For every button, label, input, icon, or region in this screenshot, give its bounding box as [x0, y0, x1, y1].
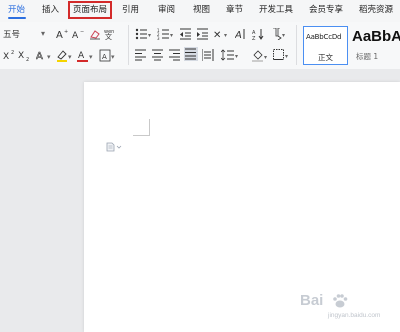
shrink-font-icon[interactable]: A − [72, 28, 86, 40]
align-left-icon[interactable] [135, 49, 147, 61]
tab-review[interactable]: 审阅 [158, 5, 175, 15]
svg-text:X: X [3, 52, 9, 61]
svg-text:2: 2 [11, 50, 14, 56]
align-right-icon[interactable] [169, 49, 181, 61]
subscript-icon[interactable]: X2 [18, 49, 32, 61]
svg-text:▾: ▾ [68, 53, 72, 61]
svg-text:A: A [102, 53, 107, 61]
svg-text:A: A [72, 31, 79, 40]
numbered-list-icon[interactable]: 1 2 3 ▾ [157, 28, 175, 40]
tab-section[interactable]: 章节 [226, 5, 243, 15]
svg-text:▾: ▾ [111, 53, 115, 61]
increase-indent-icon[interactable] [196, 28, 209, 40]
svg-text:A: A [235, 30, 242, 40]
svg-text:3: 3 [157, 36, 160, 40]
tab-references[interactable]: 引用 [122, 5, 139, 15]
svg-text:▾: ▾ [235, 53, 238, 60]
page-layout-highlight-box [68, 1, 112, 19]
show-hide-marks-icon[interactable]: ▾ [270, 28, 288, 40]
svg-text:▾: ▾ [285, 53, 288, 60]
ribbon-separator [296, 25, 297, 65]
paragraph-layout-icon[interactable] [106, 137, 126, 156]
line-spacing-icon[interactable]: ▾ [221, 49, 241, 61]
svg-text:+: + [64, 29, 68, 35]
svg-text:▾: ▾ [224, 32, 227, 39]
svg-text:▾: ▾ [89, 53, 93, 61]
tab-docer-resources[interactable]: 稻壳资源 [359, 5, 393, 15]
sort-icon[interactable]: AZ [252, 28, 265, 40]
tab-home[interactable]: 开始 [8, 5, 25, 15]
text-direction-icon[interactable]: A [235, 28, 247, 40]
svg-text:Z: Z [252, 36, 256, 40]
justify-icon[interactable] [184, 47, 198, 61]
svg-text:✕: ✕ [213, 30, 221, 40]
style-heading-1[interactable]: AaBbA 标题 1 [350, 26, 400, 65]
watermark-url: jingyan.baidu.com [328, 312, 381, 319]
font-color-icon[interactable]: A ▾ [77, 49, 95, 62]
font-size-dropdown-icon[interactable]: ▾ [41, 28, 45, 39]
style-normal[interactable]: AaBbCcDd 正文 [303, 26, 348, 65]
svg-text:▾: ▾ [264, 54, 267, 61]
style-heading-1-sample: AaBbA [352, 28, 400, 45]
style-normal-sample: AaBbCcDd [306, 33, 342, 41]
tab-view[interactable]: 视图 [193, 5, 210, 15]
baidu-watermark: Bai jingyan.baidu.com [300, 292, 390, 324]
baidu-paw-icon [333, 294, 348, 308]
align-center-icon[interactable] [152, 49, 164, 61]
svg-text:A: A [36, 51, 43, 61]
active-tab-indicator [8, 17, 26, 19]
grow-font-icon[interactable]: A + [56, 28, 70, 40]
svg-text:X: X [18, 51, 24, 61]
text-effect-icon[interactable]: A ▾ [36, 49, 54, 61]
svg-text:A: A [56, 30, 63, 40]
shading-icon[interactable]: ▾ [252, 49, 270, 62]
svg-text:A: A [78, 51, 85, 61]
decrease-indent-icon[interactable] [179, 28, 192, 40]
superscript-icon[interactable]: X2 [3, 49, 17, 61]
menu-bar: 开始 插入 页面布局 引用 审阅 视图 章节 开发工具 会员专享 稻壳资源 [0, 0, 400, 22]
bullet-list-icon[interactable]: ▾ [135, 28, 153, 40]
highlight-color-icon[interactable]: ▾ [56, 49, 74, 62]
font-size-select[interactable]: 五号 [3, 30, 20, 41]
svg-text:▾: ▾ [170, 32, 173, 39]
watermark-brand: Bai [300, 292, 324, 309]
style-heading-1-label: 标题 1 [356, 52, 379, 61]
phonetic-guide-icon[interactable]: wen 文 [103, 27, 119, 40]
distributed-align-icon[interactable] [202, 49, 214, 61]
character-border-icon[interactable]: A ▾ [99, 49, 117, 62]
svg-text:▾: ▾ [148, 32, 151, 39]
svg-text:2: 2 [26, 57, 29, 61]
margin-corner-mark [133, 135, 150, 136]
margin-corner-mark [149, 119, 150, 136]
svg-text:文: 文 [105, 32, 112, 40]
borders-icon[interactable]: ▾ [273, 49, 291, 61]
tab-developer-tools[interactable]: 开发工具 [259, 5, 293, 15]
tab-member-exclusive[interactable]: 会员专享 [309, 5, 343, 15]
svg-text:−: − [80, 29, 84, 35]
clear-format-icon[interactable] [89, 28, 101, 40]
svg-text:▾: ▾ [282, 32, 285, 39]
chinese-layout-icon[interactable]: ✕ ▾ [213, 28, 231, 40]
ribbon-toolbar: 五号 ▾ A + A − wen 文 X2 X2 A ▾ ▾ A ▾ A ▾ ▾ 1 2 3 ▾ [0, 22, 400, 70]
style-normal-label: 正文 [318, 53, 333, 62]
tab-insert[interactable]: 插入 [42, 5, 59, 15]
ribbon-separator [128, 25, 129, 65]
svg-text:▾: ▾ [47, 53, 51, 61]
